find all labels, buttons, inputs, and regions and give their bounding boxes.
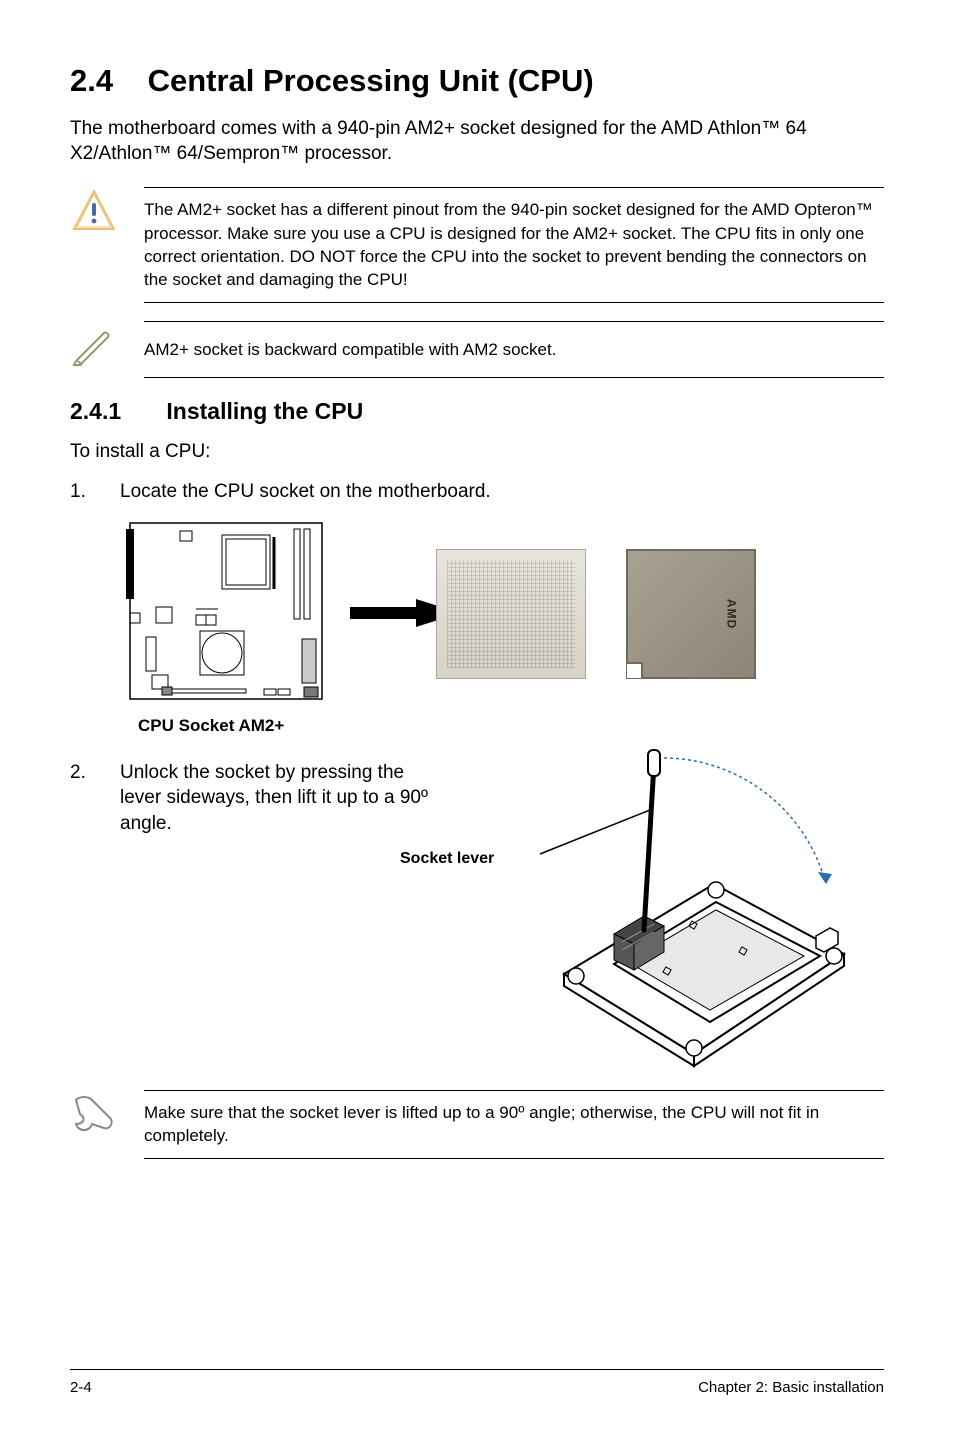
cpu-brand-label: AMD (723, 599, 739, 629)
caution-note: The AM2+ socket has a different pinout f… (70, 187, 884, 303)
section-number: 2.4 (70, 63, 113, 98)
caution-icon (70, 187, 118, 235)
section-heading: 2.4 Central Processing Unit (CPU) (70, 60, 884, 102)
subsection-title: Installing the CPU (166, 398, 363, 424)
caution-text: The AM2+ socket has a different pinout f… (144, 200, 873, 289)
subsection-number: 2.4.1 (70, 396, 160, 427)
page-number: 2-4 (70, 1378, 92, 1398)
info-text: AM2+ socket is backward compatible with … (144, 340, 556, 359)
lead-in-text: To install a CPU: (70, 439, 884, 465)
info-note: AM2+ socket is backward compatible with … (70, 321, 884, 378)
motherboard-diagram (126, 519, 326, 709)
intro-paragraph: The motherboard comes with a 940-pin AM2… (70, 116, 884, 167)
step-1-number: 1. (70, 479, 94, 505)
diagram-row: AMD (126, 519, 884, 709)
socket-lever-diagram (504, 744, 864, 1084)
subsection-heading: 2.4.1 Installing the CPU (70, 396, 884, 427)
section-title: Central Processing Unit (CPU) (148, 63, 594, 98)
tip-text: Make sure that the socket lever is lifte… (144, 1103, 819, 1145)
cpu-photo: AMD (626, 549, 756, 679)
step-1: 1. Locate the CPU socket on the motherbo… (70, 479, 884, 505)
socket-lever-label: Socket lever (400, 848, 494, 870)
pencil-icon (70, 321, 118, 369)
board-caption: CPU Socket AM2+ (138, 715, 884, 738)
step-2-number: 2. (70, 760, 94, 837)
hand-icon (70, 1090, 118, 1138)
socket-photo (436, 549, 586, 679)
page-footer: 2-4 Chapter 2: Basic installation (70, 1369, 884, 1398)
step-2-text: Unlock the socket by pressing the lever … (120, 760, 450, 837)
step-2-wrap: 2. Unlock the socket by pressing the lev… (70, 760, 884, 1080)
chapter-label: Chapter 2: Basic installation (698, 1378, 884, 1398)
tip-note: Make sure that the socket lever is lifte… (70, 1090, 884, 1159)
step-1-text: Locate the CPU socket on the motherboard… (120, 479, 884, 505)
